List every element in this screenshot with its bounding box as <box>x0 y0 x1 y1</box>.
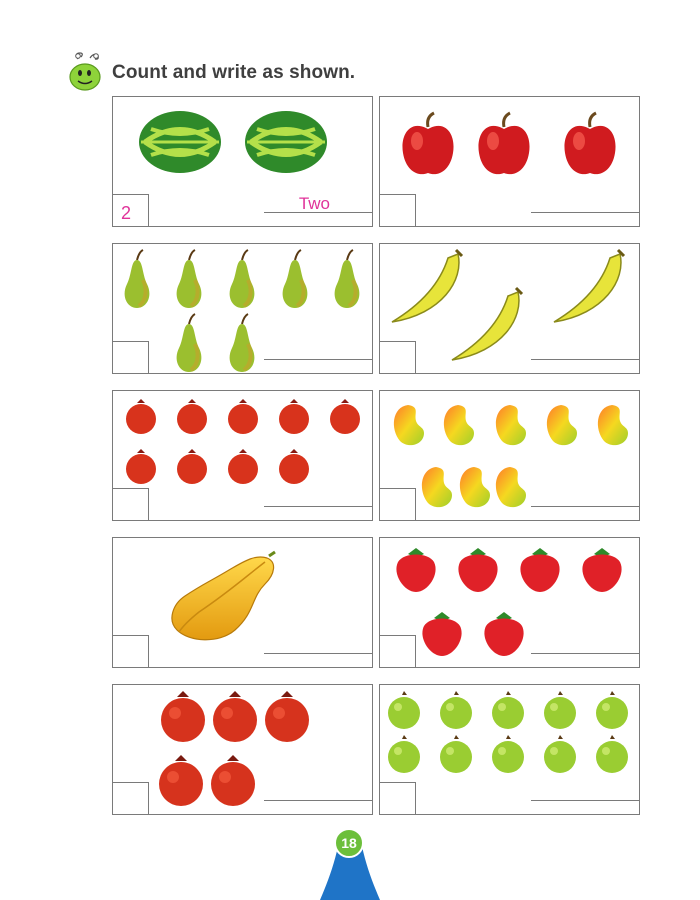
mango-icon <box>421 467 452 508</box>
exercise-box-banana <box>379 243 640 374</box>
word-answer-line[interactable] <box>531 359 639 360</box>
pear-icon <box>124 249 150 308</box>
pomegranate-icon <box>211 755 255 806</box>
strawberry-icon <box>582 548 622 592</box>
count-answer-box[interactable] <box>113 341 149 373</box>
instruction-title: Count and write as shown. <box>112 62 356 83</box>
banana-icon <box>451 286 524 361</box>
pomegranate-icon <box>213 691 257 742</box>
exercise-box-pear <box>112 243 373 374</box>
mango-icon <box>393 405 424 446</box>
count-answer-word: Two <box>298 194 330 213</box>
mango-icon <box>597 405 628 446</box>
apple-icon <box>478 111 530 175</box>
count-answer-box[interactable] <box>113 488 149 520</box>
mango-icon <box>495 467 526 508</box>
page-number: 18 <box>334 828 364 858</box>
pomegranate-icon <box>177 399 207 434</box>
guava-icon <box>544 735 576 773</box>
guava-icon <box>388 691 420 729</box>
pomegranate-icon <box>126 399 156 434</box>
pear-icon <box>176 249 202 308</box>
guava-icon <box>492 735 524 773</box>
strawberry-icon <box>520 548 560 592</box>
pomegranate-icon <box>161 691 205 742</box>
guava-icon <box>596 735 628 773</box>
count-answer-box[interactable] <box>380 782 416 814</box>
apple-icon <box>402 111 454 175</box>
word-answer-line[interactable] <box>264 359 372 360</box>
apple-icon <box>564 111 616 175</box>
mango-icon <box>546 405 577 446</box>
watermelon-icon <box>139 111 221 173</box>
pomegranate-icon <box>159 755 203 806</box>
exercise-box-guava <box>379 684 640 815</box>
count-answer-box[interactable] <box>113 635 149 667</box>
exercise-box-watermelon: 2 Two <box>112 96 373 227</box>
page-number-footer: 18 <box>320 828 380 900</box>
exercise-box-pomegranate-small <box>112 390 373 521</box>
count-answer-number: 2 <box>121 203 132 223</box>
instruction-header <box>64 48 108 98</box>
word-answer-line[interactable] <box>264 653 372 654</box>
pomegranate-icon <box>279 449 309 484</box>
watermelon-icon <box>245 111 327 173</box>
count-answer-box[interactable] <box>380 635 416 667</box>
count-answer-box[interactable]: 2 <box>113 194 149 226</box>
banana-icon <box>553 248 626 323</box>
papaya-icon <box>171 550 276 641</box>
word-answer-line[interactable] <box>264 800 372 801</box>
mango-icon <box>459 467 490 508</box>
smiling-caterpillar-icon <box>69 52 101 91</box>
exercise-box-strawberry <box>379 537 640 668</box>
guava-icon <box>388 735 420 773</box>
exercise-box-pomegranate <box>112 684 373 815</box>
word-answer-line[interactable] <box>531 212 639 213</box>
word-answer-line[interactable] <box>531 800 639 801</box>
word-answer-line[interactable] <box>531 653 639 654</box>
pomegranate-icon <box>177 449 207 484</box>
word-answer-line[interactable] <box>264 506 372 507</box>
pomegranate-icon <box>279 399 309 434</box>
guava-icon <box>440 735 472 773</box>
guava-icon <box>544 691 576 729</box>
pear-icon <box>334 249 360 308</box>
pear-icon <box>229 313 255 372</box>
strawberry-icon <box>458 548 498 592</box>
word-answer-line[interactable] <box>531 506 639 507</box>
guava-icon <box>596 691 628 729</box>
exercise-box-papaya <box>112 537 373 668</box>
strawberry-icon <box>396 548 436 592</box>
exercise-box-mango <box>379 390 640 521</box>
pomegranate-icon <box>228 399 258 434</box>
exercise-box-apple <box>379 96 640 227</box>
pomegranate-icon <box>265 691 309 742</box>
strawberry-icon <box>422 612 462 656</box>
count-answer-box[interactable] <box>380 488 416 520</box>
pear-icon <box>229 249 255 308</box>
mango-icon <box>443 405 474 446</box>
count-answer-box[interactable] <box>113 782 149 814</box>
mango-icon <box>495 405 526 446</box>
guava-icon <box>492 691 524 729</box>
count-answer-box[interactable] <box>380 341 416 373</box>
pear-icon <box>176 313 202 372</box>
pomegranate-icon <box>228 449 258 484</box>
strawberry-icon <box>484 612 524 656</box>
pear-icon <box>282 249 308 308</box>
pomegranate-icon <box>330 399 360 434</box>
count-answer-box[interactable] <box>380 194 416 226</box>
pomegranate-icon <box>126 449 156 484</box>
word-answer-line[interactable] <box>264 212 372 213</box>
guava-icon <box>440 691 472 729</box>
